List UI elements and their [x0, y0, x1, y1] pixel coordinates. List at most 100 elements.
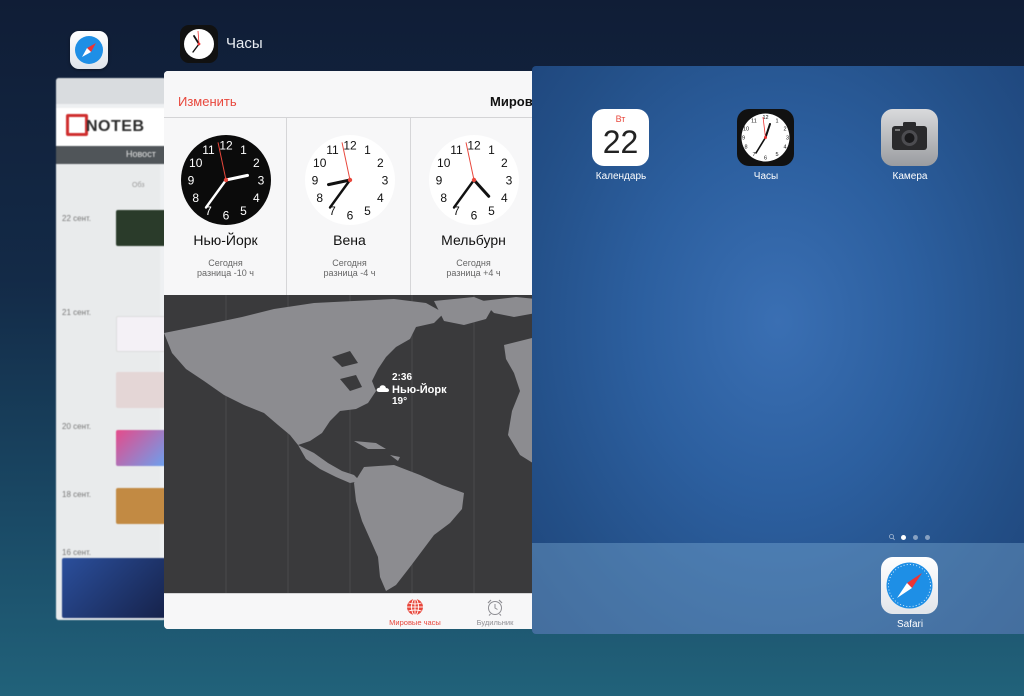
clock-numeral: 3 — [382, 174, 389, 188]
tab-world-clock[interactable]: Мировые часы — [382, 596, 448, 628]
svg-text:8: 8 — [744, 145, 747, 151]
clock-icon: 12 1 2 345 678 9 10 11 — [737, 109, 794, 166]
svg-text:2: 2 — [783, 127, 786, 133]
dock: Safari — [532, 543, 1024, 634]
clock-numeral: 12 — [467, 139, 481, 153]
app-label: Часы — [753, 171, 779, 182]
app-label: Календарь — [595, 171, 647, 182]
analog-clock-icon: 1234567891011 12 — [429, 135, 519, 225]
city-day: Сегодня — [208, 258, 243, 268]
safari-compass-icon — [881, 557, 938, 614]
clock-numeral: 2 — [253, 156, 260, 170]
clock-numeral: 2 — [377, 156, 384, 170]
svg-text:7: 7 — [752, 152, 755, 158]
city-name: Вена — [333, 232, 366, 248]
city-name: Нью-Йорк — [193, 232, 258, 248]
map-city-temperature: 19° — [392, 396, 408, 407]
article-date: 20 сент. — [62, 422, 91, 431]
clock-app-card[interactable]: Изменить Мировые часы 123456789101112 Нь… — [164, 71, 536, 629]
clock-numeral: 10 — [313, 156, 327, 170]
alarm-clock-icon — [487, 599, 503, 616]
site-logo-text: NOTEB — [86, 118, 145, 135]
tab-alarm[interactable]: Будильник — [464, 596, 526, 628]
site-nav-item: Новост — [126, 149, 156, 159]
clock-app-icon[interactable] — [180, 25, 218, 63]
list-heading: Обз — [132, 182, 145, 189]
analog-clock-icon: 1234567891011 12 — [181, 135, 271, 225]
svg-text:9: 9 — [742, 136, 745, 142]
city-time-difference: разница +4 ч — [446, 268, 501, 278]
clock-numeral: 9 — [188, 174, 195, 188]
page-dot — [913, 535, 918, 540]
site-logo-mark — [66, 114, 88, 136]
city-time-difference: разница -4 ч — [323, 268, 376, 278]
clock-center — [223, 177, 229, 183]
article-thumbnail — [116, 210, 166, 246]
clock-numeral: 3 — [506, 174, 513, 188]
clock-numeral: 5 — [488, 204, 495, 218]
calendar-weekday: Вт — [615, 114, 626, 124]
spotlight-search-icon — [889, 534, 895, 541]
city-day: Сегодня — [456, 258, 491, 268]
svg-text:3: 3 — [786, 136, 789, 142]
world-clocks-strip: 1 2 3 4 5 6 7 8 9 10 11 12 Нью-Йорк Сегодня разница… — [164, 118, 536, 295]
app-label: Safari — [896, 619, 924, 630]
city-clock-vienna[interactable]: 1 2 3 4 5 6 7 8 9 10 11 12 Вена Сегодня разница -4 … — [288, 118, 411, 295]
clock-numeral: 8 — [316, 191, 323, 205]
safari-compass-icon — [75, 36, 103, 64]
city-clock-melbourne[interactable]: 1 2 3 4 5 6 7 8 9 10 11 12 Мельбурн Сегодня разница… — [412, 118, 535, 295]
clock-numeral: 10 — [437, 156, 451, 170]
city-time-difference: разница -10 ч — [197, 268, 254, 278]
clock-numeral: 3 — [258, 174, 265, 188]
clock-numeral: 12 — [219, 139, 233, 153]
article-date: 16 сент. — [62, 548, 91, 557]
page-dot — [925, 535, 930, 540]
safari-toolbar — [56, 78, 166, 104]
map-city-time: 2:36 — [392, 372, 413, 383]
clock-numeral: 10 — [189, 156, 203, 170]
clock-icon — [184, 29, 214, 59]
clock-numeral: 5 — [240, 204, 247, 218]
home-screen-card[interactable]: Вт 22 Календарь 12 1 2 345 678 9 10 11 Часы — [532, 66, 1024, 634]
tab-label: Будильник — [476, 618, 514, 627]
map-city-name: Нью-Йорк — [392, 384, 447, 396]
article-date: 22 сент. — [62, 214, 91, 223]
clock-numeral: 12 — [343, 139, 357, 153]
safari-app-icon[interactable] — [70, 31, 108, 69]
navigation-bar: Изменить Мировые часы — [164, 71, 536, 118]
article-date: 21 сент. — [62, 308, 91, 317]
app-label: Камера — [892, 171, 928, 182]
analog-clock-icon: 1234567891011 12 — [305, 135, 395, 225]
clock-numeral: 6 — [223, 209, 230, 223]
clock-numeral: 4 — [377, 191, 384, 205]
globe-icon — [407, 598, 423, 616]
safari-app-card[interactable]: NOTEB Новост Обз 22 сент. 21 сент. 20 се… — [56, 78, 166, 620]
clock-numeral: 9 — [312, 174, 319, 188]
clock-numeral: 1 — [240, 143, 247, 157]
clock-numeral: 2 — [501, 156, 508, 170]
cloud-icon — [376, 385, 389, 392]
article-thumbnail — [116, 488, 166, 524]
article-thumbnail — [116, 372, 166, 408]
svg-text:10: 10 — [743, 127, 749, 133]
tab-label: Мировые часы — [389, 618, 441, 627]
clock-numeral: 4 — [501, 191, 508, 205]
city-clock-new-york[interactable]: 1 2 3 4 5 6 7 8 9 10 11 12 Нью-Йорк Сегодня разница… — [164, 118, 287, 295]
clock-center — [347, 177, 353, 183]
world-map[interactable]: 2:36 Нью-Йорк 19° — [164, 295, 536, 593]
tab-bar: Мировые часы Будильник — [164, 593, 536, 629]
clock-numeral: 11 — [202, 143, 215, 157]
clock-center — [471, 177, 477, 183]
clock-numeral: 9 — [436, 174, 443, 188]
edit-button[interactable]: Изменить — [178, 94, 237, 109]
clock-app-title: Часы — [226, 35, 263, 52]
article-thumbnail — [62, 558, 166, 618]
page-dot-active — [901, 535, 906, 540]
article-thumbnail — [116, 430, 166, 466]
page-indicator[interactable] — [889, 534, 939, 542]
article-date: 18 сент. — [62, 490, 91, 499]
svg-text:11: 11 — [751, 119, 757, 125]
svg-text:4: 4 — [783, 145, 786, 151]
article-thumbnail — [116, 316, 166, 352]
city-day: Сегодня — [332, 258, 367, 268]
